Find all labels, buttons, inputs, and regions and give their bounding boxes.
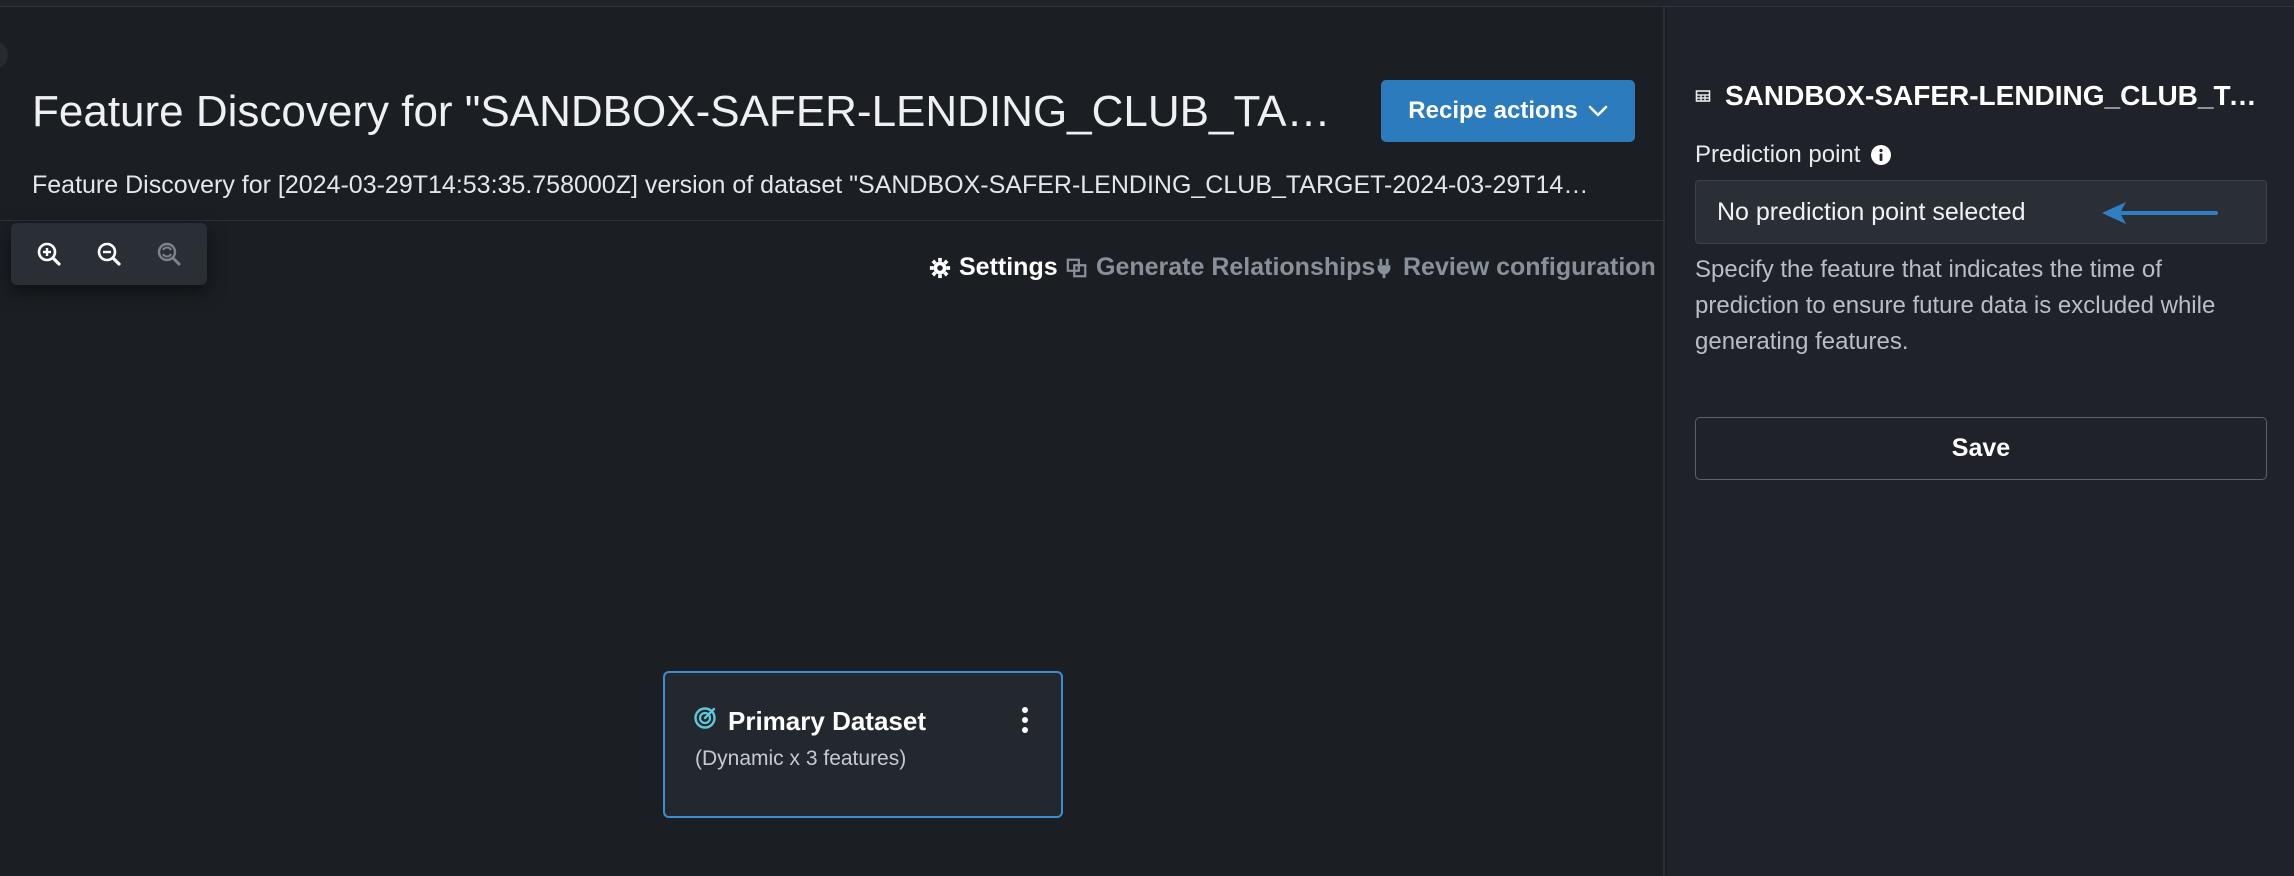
info-icon[interactable] [1870, 144, 1892, 166]
step-review-configuration-label: Review configuration [1403, 253, 1656, 281]
side-panel-header: SANDBOX-SAFER-LENDING_CLUB_TARGET-2024-0… [1695, 80, 2275, 112]
chevron-down-icon [1588, 105, 1608, 117]
relationships-icon [1066, 258, 1087, 277]
node-title: Primary Dataset [728, 706, 926, 736]
recipe-actions-label: Recipe actions [1408, 97, 1578, 124]
prediction-point-label: Prediction point [1695, 141, 1861, 168]
prediction-point-select[interactable]: No prediction point selected [1695, 180, 2267, 244]
app-root: Feature Discovery for "SANDBOX-SAFER-LEN… [0, 0, 2294, 876]
step-review-configuration[interactable]: Review configuration [1373, 253, 1656, 282]
recipe-actions-button[interactable]: Recipe actions [1381, 80, 1635, 142]
prediction-point-label-row: Prediction point [1695, 141, 1892, 169]
step-settings[interactable]: Settings [929, 253, 1058, 282]
arrow-left-icon [2102, 202, 2218, 224]
save-button[interactable]: Save [1695, 417, 2267, 480]
node-more-menu-icon[interactable] [1013, 703, 1037, 737]
step-settings-label: Settings [959, 253, 1058, 281]
prediction-point-help: Specify the feature that indicates the t… [1695, 256, 2216, 355]
gear-icon [929, 257, 951, 278]
prediction-point-value: No prediction point selected [1717, 197, 2026, 226]
target-icon [694, 707, 716, 729]
wizard-steps: Settings Generate Relationships Review c… [0, 253, 1663, 293]
side-panel: SANDBOX-SAFER-LENDING_CLUB_TARGET-2024-0… [1667, 7, 2294, 876]
primary-dataset-node[interactable]: Primary Dataset (Dynamic x 3 features) [663, 671, 1063, 818]
step-generate-relationships[interactable]: Generate Relationships [1066, 253, 1375, 282]
top-bar [0, 0, 2294, 7]
header-divider [0, 220, 1665, 221]
step-generate-relationships-label: Generate Relationships [1096, 253, 1376, 281]
plug-icon [1377, 258, 1391, 278]
collapse-handle[interactable] [0, 41, 8, 69]
dataset-title: SANDBOX-SAFER-LENDING_CLUB_TARGET-2024-0… [1725, 80, 2275, 111]
page-subtitle: Feature Discovery for [2024-03-29T14:53:… [32, 171, 1592, 199]
canvas-pane: Feature Discovery for "SANDBOX-SAFER-LEN… [0, 7, 1665, 876]
node-subtitle: (Dynamic x 3 features) [695, 747, 907, 770]
table-icon [1695, 90, 1711, 102]
page-title: Feature Discovery for "SANDBOX-SAFER-LEN… [32, 87, 1352, 136]
